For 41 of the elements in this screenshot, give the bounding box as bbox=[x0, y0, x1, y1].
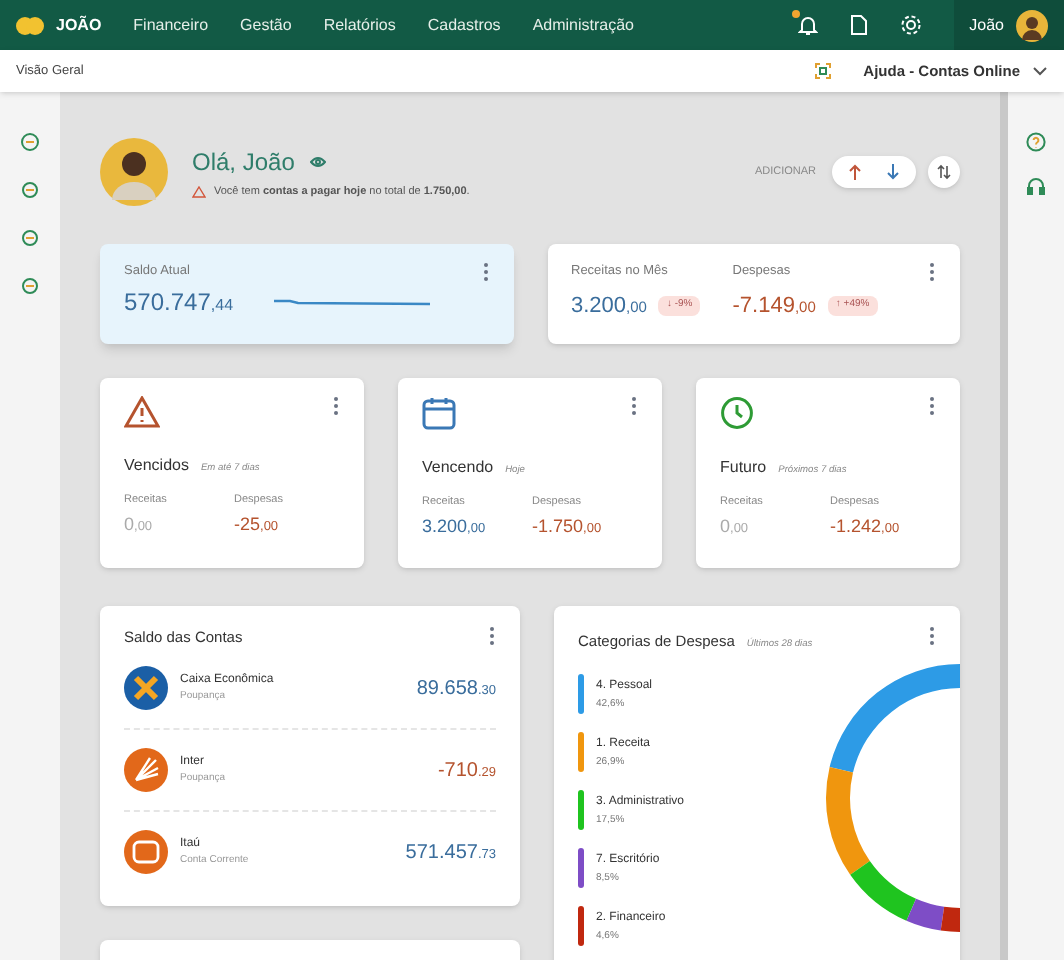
user-menu[interactable]: João bbox=[953, 0, 1064, 50]
card-title: Vencidos bbox=[124, 454, 189, 478]
nav-link[interactable]: Financeiro bbox=[133, 13, 209, 37]
clock-icon bbox=[720, 396, 754, 430]
card-title: Futuro bbox=[720, 456, 767, 480]
greeting-title: Olá, João bbox=[192, 145, 295, 180]
more-icon[interactable] bbox=[630, 396, 638, 416]
calendar-icon bbox=[422, 396, 456, 430]
warning-icon bbox=[124, 396, 160, 428]
more-icon[interactable] bbox=[928, 396, 936, 416]
bell-icon[interactable] bbox=[797, 14, 818, 36]
nav-link[interactable]: Relatórios bbox=[323, 13, 396, 37]
bank-logo-icon bbox=[124, 830, 168, 875]
transfer-button[interactable] bbox=[928, 156, 960, 188]
avatar-icon bbox=[1016, 9, 1048, 41]
more-icon[interactable] bbox=[332, 396, 340, 416]
nav-link[interactable]: Cadastros bbox=[427, 13, 501, 37]
more-icon[interactable] bbox=[928, 262, 936, 282]
card-title: Vencendo bbox=[422, 456, 494, 480]
headset-icon[interactable] bbox=[1026, 176, 1046, 196]
warning-icon bbox=[192, 186, 206, 198]
avatar-icon bbox=[100, 138, 168, 206]
more-icon[interactable] bbox=[928, 626, 936, 646]
swap-arrows-icon bbox=[936, 164, 952, 180]
arrow-up-icon[interactable] bbox=[848, 164, 862, 180]
bank-logo-icon bbox=[124, 666, 168, 711]
bank-logo-icon bbox=[124, 748, 168, 793]
nav-link[interactable]: Administração bbox=[532, 13, 634, 37]
more-icon[interactable] bbox=[481, 262, 489, 282]
chevron-down-icon bbox=[1032, 66, 1048, 76]
settings-icon[interactable] bbox=[899, 14, 922, 36]
more-icon[interactable] bbox=[488, 626, 496, 646]
arrow-down-icon[interactable] bbox=[886, 164, 900, 180]
user-name: João bbox=[969, 13, 1004, 37]
frame-icon[interactable] bbox=[813, 62, 832, 80]
nav-link[interactable]: Gestão bbox=[240, 13, 292, 37]
amount: 570.747,44 bbox=[124, 286, 234, 320]
help-icon[interactable] bbox=[1026, 132, 1046, 152]
brand-name: JOÃO bbox=[56, 13, 102, 37]
eye-icon[interactable] bbox=[310, 155, 327, 168]
logo-icon bbox=[16, 15, 44, 35]
